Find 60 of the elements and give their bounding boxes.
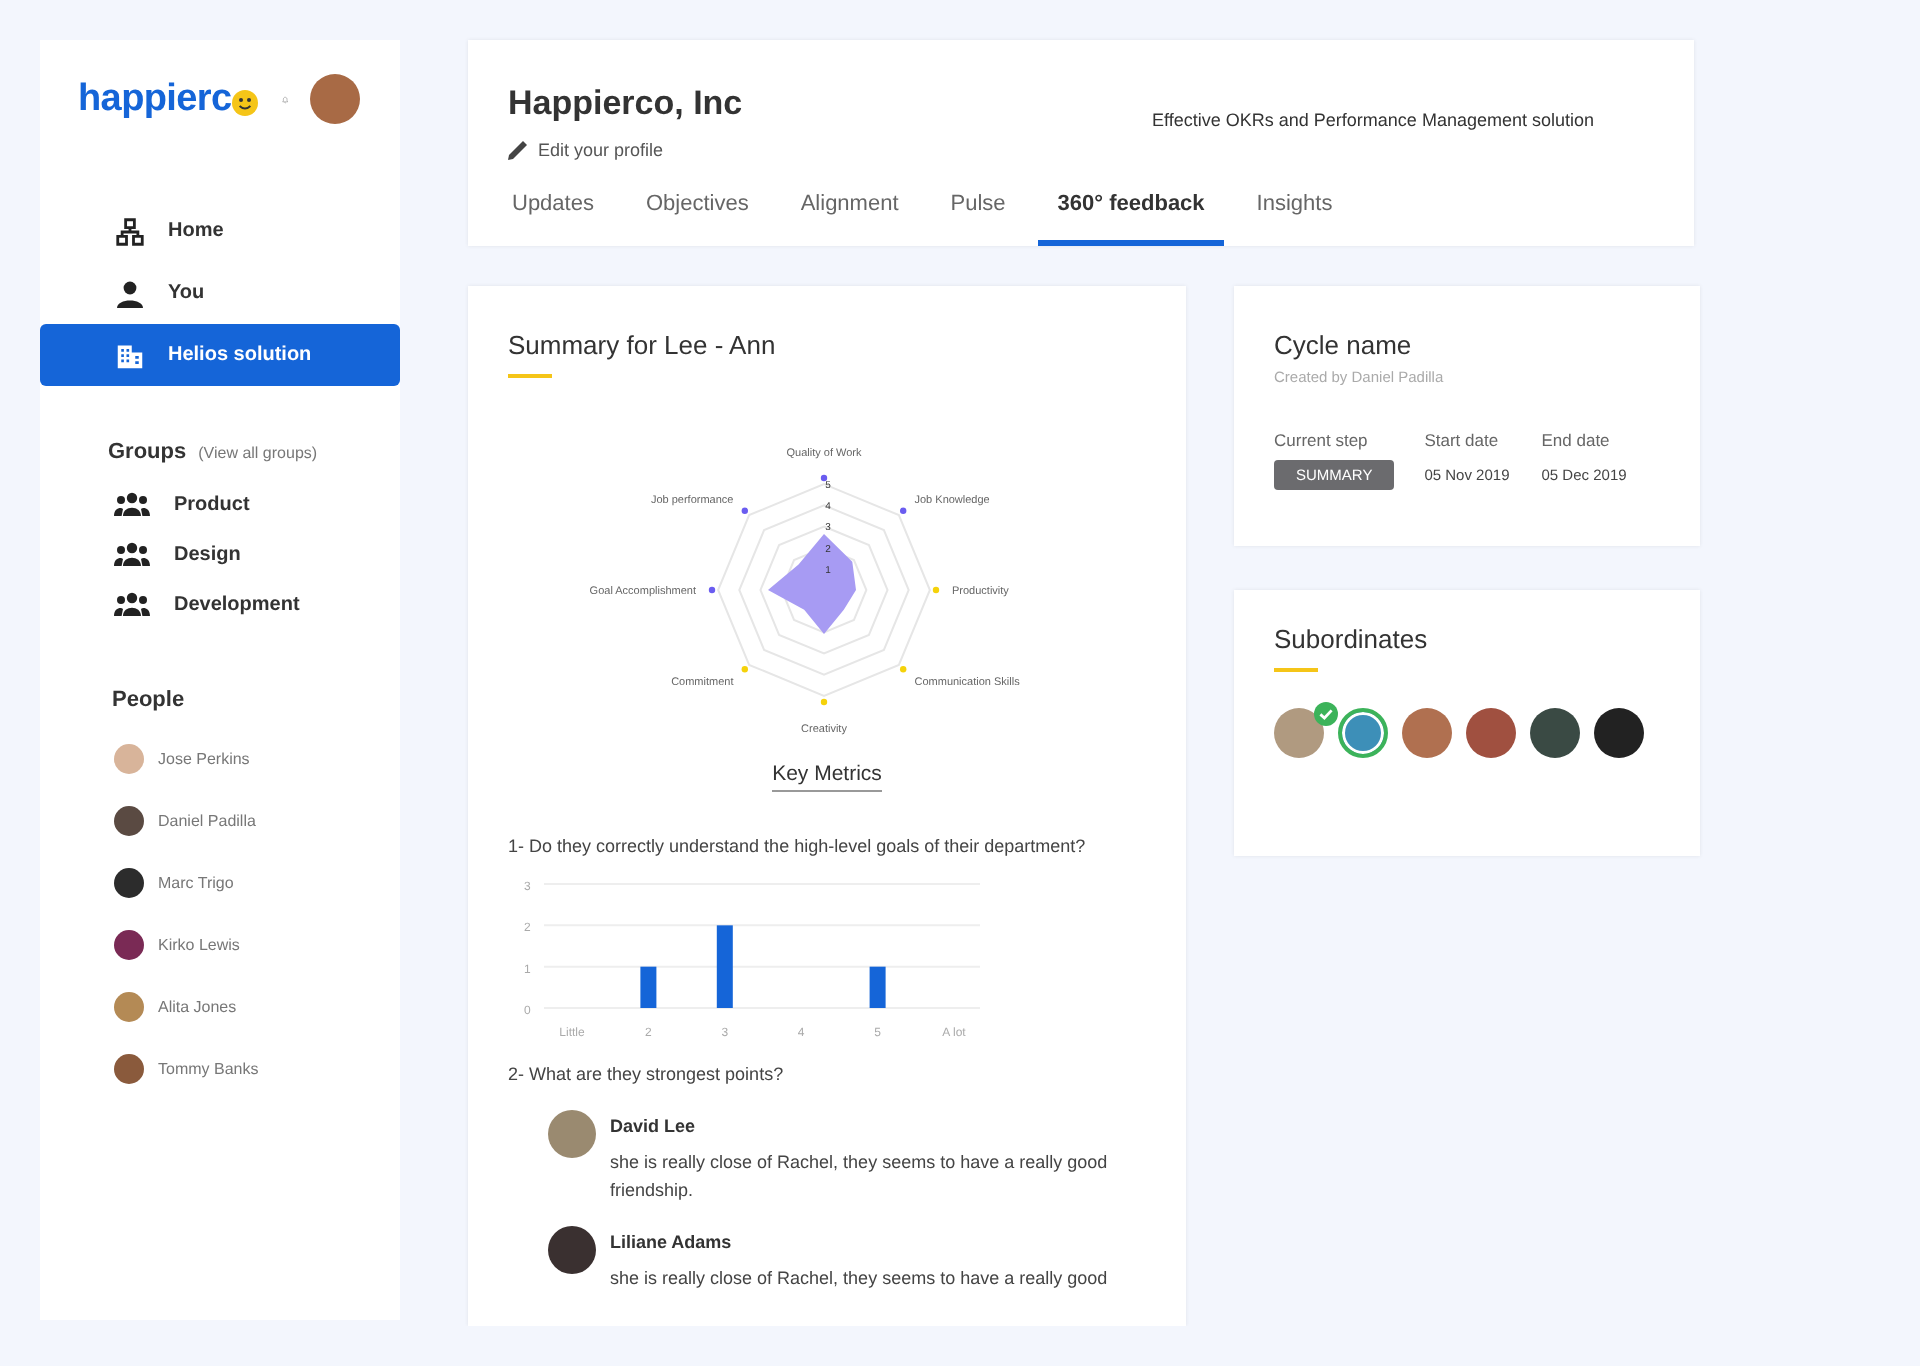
- comment-author: David Lee: [610, 1116, 698, 1136]
- person-item[interactable]: Kirko Lewis: [114, 930, 400, 960]
- user-avatar[interactable]: [310, 74, 360, 124]
- person-item[interactable]: Jose Perkins: [114, 744, 400, 774]
- summary-title: Summary for Lee - Ann: [508, 330, 778, 360]
- subordinates-title: Subordinates: [1274, 624, 1430, 654]
- group-icon: [114, 542, 150, 566]
- field-label: Current step: [1274, 430, 1370, 450]
- person-item[interactable]: Daniel Padilla: [114, 806, 400, 836]
- comment-text: she is really close of Rachel, they seems to have a really good: [610, 1266, 1110, 1292]
- field-label: Start date: [1424, 430, 1501, 450]
- group-icon: [114, 592, 150, 616]
- field-label: End date: [1541, 430, 1612, 450]
- tab[interactable]: Objectives: [625, 172, 769, 246]
- check-badge-icon: [1314, 702, 1338, 726]
- view-all-groups-link[interactable]: (View all groups): [198, 444, 318, 462]
- person-icon: [116, 279, 144, 307]
- company-name: Happierco, Inc: [508, 84, 743, 124]
- question-text: 1- Do they correctly understand the high-level goals of their department?: [508, 836, 1088, 856]
- person-item[interactable]: Marc Trigo: [114, 868, 400, 898]
- person-avatar: [114, 806, 144, 836]
- tagline: Effective OKRs and Performance Management solution: [1152, 110, 1594, 134]
- person-avatar: [114, 992, 144, 1022]
- person-item[interactable]: Alita Jones: [114, 992, 400, 1022]
- groups-heading: Groups: [108, 440, 187, 464]
- tab[interactable]: 360° feedback: [1037, 172, 1225, 246]
- title-underline: [508, 374, 552, 378]
- person-avatar: [114, 744, 144, 774]
- building-icon: [116, 341, 144, 369]
- title-underline: [1274, 668, 1318, 672]
- comment-author: Liliane Adams: [610, 1232, 734, 1252]
- tab[interactable]: Insights: [1236, 172, 1353, 246]
- person-avatar: [114, 868, 144, 898]
- group-icon: [114, 492, 150, 516]
- cycle-title: Cycle name: [1274, 330, 1414, 360]
- group-item[interactable]: Product: [114, 492, 400, 516]
- smiley-logo-icon: [231, 89, 258, 115]
- nav-item[interactable]: You: [40, 262, 400, 324]
- comment-text: she is really close of Rachel, they seems to have a really good friendship.: [610, 1150, 1110, 1204]
- group-item[interactable]: Development: [114, 592, 400, 616]
- logo-text: happierc: [78, 77, 232, 121]
- question-text: 2- What are they strongest points?: [508, 1064, 786, 1084]
- nav-item[interactable]: Home: [40, 200, 400, 262]
- person-item[interactable]: Tommy Banks: [114, 1054, 400, 1084]
- tab[interactable]: Alignment: [780, 172, 919, 246]
- subordinate-avatar[interactable]: [1594, 708, 1644, 758]
- nav-item[interactable]: Helios solution: [40, 324, 400, 386]
- key-metrics-heading: Key Metrics: [772, 762, 882, 792]
- commenter-avatar: [548, 1226, 596, 1274]
- tab[interactable]: Updates: [492, 172, 614, 246]
- group-item[interactable]: Design: [114, 542, 400, 566]
- people-heading: People: [110, 686, 187, 712]
- person-avatar: [114, 930, 144, 960]
- pencil-icon: [508, 140, 528, 160]
- edit-profile-link[interactable]: Edit your profile: [508, 140, 743, 160]
- sitemap-icon: [116, 215, 144, 247]
- person-avatar: [114, 1054, 144, 1084]
- commenter-avatar: [548, 1110, 596, 1158]
- subordinate-avatar[interactable]: [1530, 708, 1580, 758]
- tab[interactable]: Pulse: [930, 172, 1026, 246]
